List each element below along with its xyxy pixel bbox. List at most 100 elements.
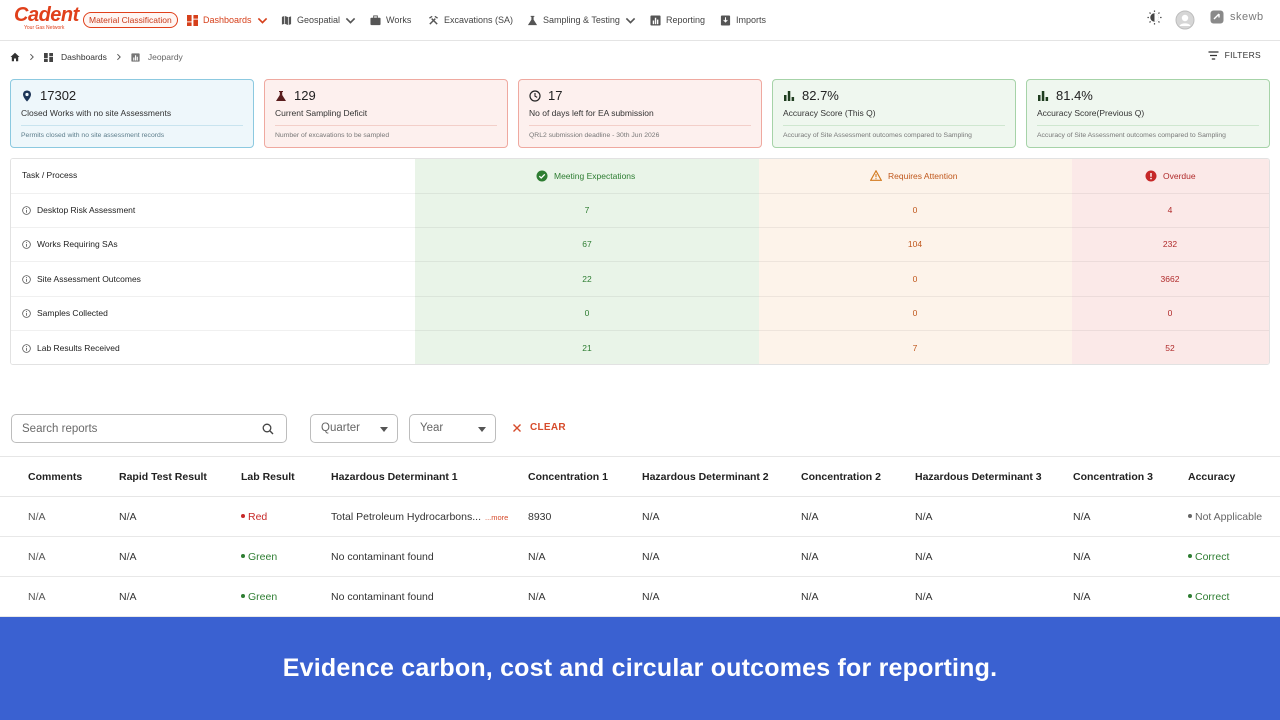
cell-hazardous-determinant-3: N/A	[915, 551, 933, 563]
header-meeting-label: Meeting Expectations	[554, 171, 636, 181]
location-pin-icon	[23, 90, 31, 101]
home-icon[interactable]	[10, 52, 20, 62]
column-header[interactable]: Accuracy	[1188, 471, 1235, 483]
chevron-down-icon	[625, 17, 636, 24]
cadent-logo[interactable]: Cadent Your Gas Network	[14, 5, 80, 35]
meeting-count[interactable]: 22	[557, 274, 617, 284]
task-label: Desktop Risk Assessment	[37, 205, 136, 215]
meeting-count[interactable]: 21	[557, 343, 617, 353]
clear-filters-button[interactable]: CLEAR	[512, 422, 566, 433]
briefcase-icon	[370, 14, 381, 25]
filters-button[interactable]: FILTERS	[1208, 50, 1261, 60]
reports-table-header: Comments Rapid Test Result Lab Result Ha…	[0, 456, 1280, 497]
breadcrumb-dashboards[interactable]: Dashboards	[61, 52, 107, 62]
attention-count[interactable]: 0	[885, 274, 945, 284]
kpi-card-closed-works[interactable]: 17302 Closed Works with no site Assessme…	[10, 79, 254, 148]
theme-toggle[interactable]	[1147, 10, 1162, 25]
chevron-right-icon	[116, 53, 121, 61]
more-link[interactable]: ...more	[485, 513, 508, 522]
column-header[interactable]: Rapid Test Result	[119, 471, 207, 483]
overdue-count[interactable]: 4	[1140, 205, 1200, 215]
cell-concentration-1: N/A	[528, 551, 546, 563]
user-avatar-button[interactable]	[1175, 10, 1195, 30]
kpi-subtext: Permits closed with no site assessment r…	[21, 132, 165, 139]
attention-count[interactable]: 104	[885, 239, 945, 249]
kpi-card-sampling-deficit[interactable]: 129 Current Sampling Deficit Number of e…	[264, 79, 508, 148]
dashboard-icon	[187, 14, 198, 26]
kpi-divider	[529, 125, 751, 126]
lab-result-label: Green	[248, 591, 278, 603]
caption-text: Evidence carbon, cost and circular outco…	[282, 654, 998, 682]
overdue-count[interactable]: 3662	[1140, 274, 1200, 284]
nav-excavations[interactable]: Excavations (SA)	[428, 13, 513, 27]
task-row-lab-results-received[interactable]: Lab Results Received	[22, 343, 120, 353]
cell-hazardous-determinant-1: Total Petroleum Hydrocarbons... ...more	[331, 511, 508, 523]
task-row-site-assessment-outcomes[interactable]: Site Assessment Outcomes	[22, 274, 141, 284]
table-row[interactable]: N/A N/A Green No contaminant found N/A N…	[0, 537, 1280, 577]
search-input[interactable]	[22, 421, 252, 437]
task-row-desktop-risk[interactable]: Desktop Risk Assessment	[22, 205, 135, 215]
overdue-count[interactable]: 0	[1140, 308, 1200, 318]
column-header[interactable]: Concentration 1	[528, 471, 608, 483]
cell-accuracy: Correct	[1188, 551, 1229, 563]
accuracy-label: Correct	[1195, 591, 1230, 603]
column-header[interactable]: Hazardous Determinant 3	[915, 471, 1042, 483]
quarter-select[interactable]: Quarter	[310, 414, 398, 443]
nav-reporting[interactable]: Reporting	[650, 13, 705, 27]
row-divider	[11, 330, 1269, 331]
table-row[interactable]: N/A N/A Red Total Petroleum Hydrocarbons…	[0, 497, 1280, 537]
kpi-subtext: Accuracy of Site Assessment outcomes com…	[1037, 132, 1226, 139]
column-header[interactable]: Hazardous Determinant 2	[642, 471, 769, 483]
table-row[interactable]: N/A N/A Green No contaminant found N/A N…	[0, 577, 1280, 617]
attention-count[interactable]: 7	[885, 343, 945, 353]
bar-chart-icon	[1038, 90, 1049, 101]
kpi-value: 129	[294, 88, 316, 103]
column-header[interactable]: Concentration 2	[801, 471, 881, 483]
kpi-label: Accuracy Score(Previous Q)	[1037, 108, 1145, 118]
kpi-divider	[783, 125, 1005, 126]
status-dot	[1188, 594, 1192, 599]
meeting-count[interactable]: 0	[557, 308, 617, 318]
nav-geospatial[interactable]: Geospatial	[281, 13, 356, 27]
cell-concentration-2: N/A	[801, 511, 819, 523]
error-circle-icon	[1145, 170, 1157, 182]
info-icon[interactable]	[22, 343, 31, 353]
info-icon[interactable]	[22, 308, 31, 318]
overdue-count[interactable]: 52	[1140, 343, 1200, 353]
lab-result-label: Green	[248, 551, 278, 563]
column-header[interactable]: Comments	[28, 471, 82, 483]
column-header[interactable]: Hazardous Determinant 1	[331, 471, 458, 483]
info-icon[interactable]	[22, 274, 31, 284]
nav-works[interactable]: Works	[370, 13, 411, 27]
column-header[interactable]: Concentration 3	[1073, 471, 1153, 483]
accuracy-label: Correct	[1195, 551, 1230, 563]
material-classification-badge[interactable]: Material Classification	[83, 12, 178, 28]
meeting-count[interactable]: 67	[557, 239, 617, 249]
kpi-card-days-left[interactable]: 17 No of days left for EA submission QRL…	[518, 79, 762, 148]
column-header[interactable]: Lab Result	[241, 471, 295, 483]
nav-dashboards[interactable]: Dashboards	[187, 13, 268, 27]
org-switcher[interactable]: skewb	[1210, 10, 1264, 24]
year-select[interactable]: Year	[409, 414, 496, 443]
search-icon[interactable]	[262, 423, 274, 435]
meeting-count[interactable]: 7	[557, 205, 617, 215]
cell-hazardous-determinant-2: N/A	[642, 591, 660, 603]
task-row-works-requiring-sas[interactable]: Works Requiring SAs	[22, 239, 118, 249]
kpi-card-accuracy-previous-q[interactable]: 81.4% Accuracy Score(Previous Q) Accurac…	[1026, 79, 1270, 148]
attention-count[interactable]: 0	[885, 308, 945, 318]
cell-comments: N/A	[28, 551, 46, 563]
nav-imports-label: Imports	[736, 15, 767, 25]
nav-geospatial-label: Geospatial	[297, 15, 341, 25]
task-row-samples-collected[interactable]: Samples Collected	[22, 308, 108, 318]
info-icon[interactable]	[22, 239, 31, 249]
overdue-count[interactable]: 232	[1140, 239, 1200, 249]
status-dot	[241, 554, 245, 559]
attention-count[interactable]: 0	[885, 205, 945, 215]
accuracy-label: Not Applicable	[1195, 511, 1263, 523]
info-icon[interactable]	[22, 205, 31, 215]
kpi-card-accuracy-this-q[interactable]: 82.7% Accuracy Score (This Q) Accuracy o…	[772, 79, 1016, 148]
nav-imports[interactable]: Imports	[720, 13, 766, 27]
cell-concentration-3: N/A	[1073, 551, 1091, 563]
determinant-text: Total Petroleum Hydrocarbons...	[331, 511, 481, 523]
nav-sampling-testing[interactable]: Sampling & Testing	[527, 13, 636, 27]
